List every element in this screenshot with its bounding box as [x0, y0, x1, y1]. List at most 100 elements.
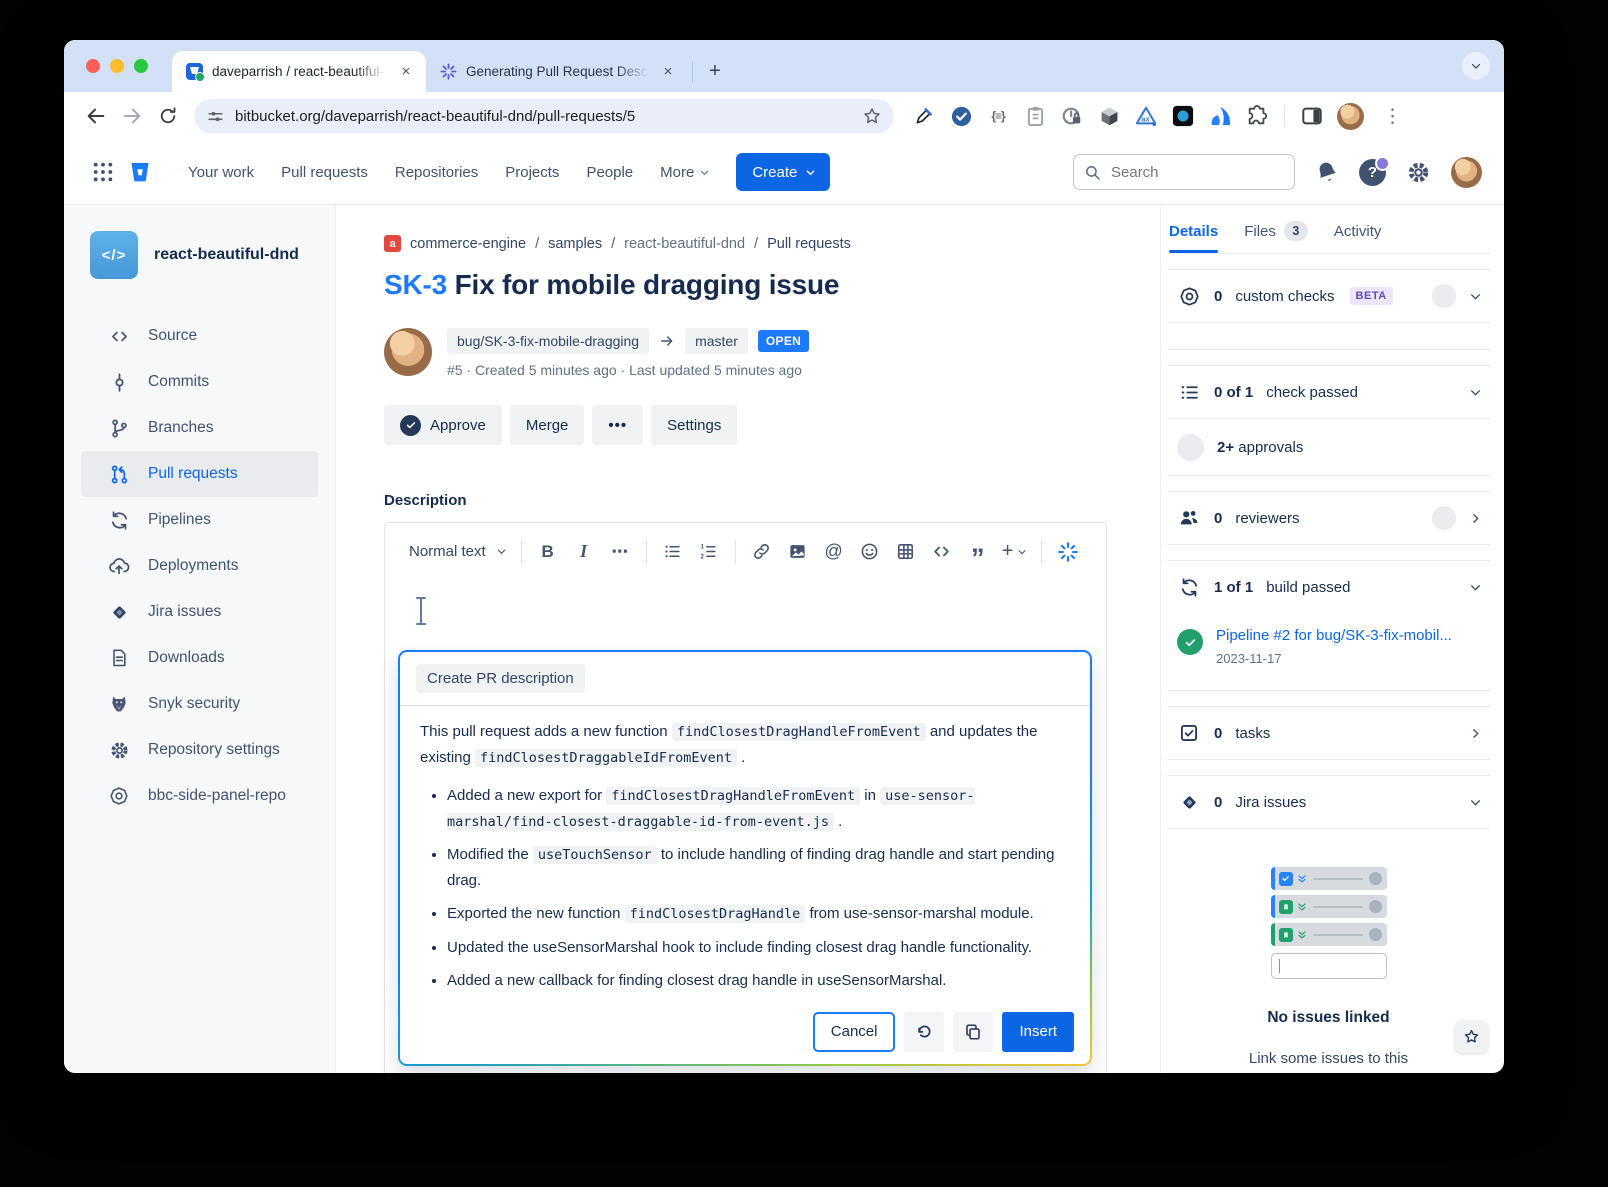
site-info-icon[interactable] [206, 107, 225, 126]
browser-menu-icon[interactable]: ⋮ [1377, 105, 1408, 128]
new-tab-button[interactable]: + [701, 57, 729, 85]
user-avatar[interactable] [1451, 156, 1482, 188]
url-text[interactable]: bitbucket.org/daveparrish/react-beautifu… [235, 108, 852, 125]
code-block-button[interactable] [926, 536, 958, 568]
approve-button[interactable]: Approve [384, 405, 502, 445]
back-button[interactable] [80, 100, 112, 132]
builds-header[interactable]: 1 of 1 build passed [1167, 561, 1490, 613]
nav-more[interactable]: More [660, 164, 710, 181]
privacy-timer-extension-icon[interactable] [1060, 104, 1084, 128]
pipeline-link[interactable]: Pipeline #2 for bug/SK-3-fix-mobil... [1216, 627, 1452, 644]
app-switcher-icon[interactable] [92, 161, 114, 183]
cube-extension-icon[interactable] [1097, 104, 1121, 128]
side-panel-icon[interactable] [1300, 104, 1324, 128]
reload-button[interactable] [152, 100, 184, 132]
tab-bitbucket[interactable]: daveparrish / react-beautiful- × [172, 51, 426, 92]
nav-repositories[interactable]: Repositories [395, 164, 478, 181]
regenerate-button[interactable] [904, 1011, 945, 1052]
tab-search-button[interactable] [1462, 52, 1490, 80]
jira-issue-key-link[interactable]: SK-3 [384, 269, 447, 300]
nav-people[interactable]: People [586, 164, 633, 181]
sidebar-item-bbc-side-panel-repo[interactable]: bbc-side-panel-repo [81, 773, 318, 819]
tab-details[interactable]: Details [1169, 223, 1219, 253]
axe-devtools-extension-icon[interactable]: ax [1134, 104, 1158, 128]
sidebar-item-source[interactable]: Source [81, 313, 318, 359]
close-window-button[interactable] [86, 59, 100, 73]
jira-issues-header[interactable]: 0 Jira issues [1167, 776, 1490, 828]
source-branch-chip[interactable]: bug/SK-3-fix-mobile-dragging [447, 328, 650, 354]
notifications-bell-icon[interactable] [1315, 160, 1339, 184]
cancel-button[interactable]: Cancel [812, 1011, 896, 1052]
sidebar-item-repository-settings[interactable]: Repository settings [81, 727, 318, 773]
search-input[interactable] [1109, 162, 1259, 182]
merge-button[interactable]: Merge [509, 405, 585, 445]
italic-button[interactable]: I [568, 536, 600, 568]
breadcrumb-workspace[interactable]: commerce-engine [410, 236, 526, 252]
bitbucket-logo[interactable] [128, 160, 152, 184]
braces-extension-icon[interactable]: {≡} [986, 104, 1010, 128]
target-branch-chip[interactable]: master [685, 328, 748, 354]
create-button[interactable]: Create [736, 153, 831, 191]
quote-button[interactable]: ” [962, 536, 994, 571]
link-button[interactable] [746, 536, 778, 568]
sidebar-item-snyk-security[interactable]: Snyk security [81, 681, 318, 727]
close-tab-icon[interactable]: × [658, 62, 678, 82]
more-actions-button[interactable]: ••• [592, 405, 644, 445]
breadcrumb-pull-requests[interactable]: Pull requests [767, 236, 851, 252]
nav-pull-requests[interactable]: Pull requests [281, 164, 368, 181]
browser-profile-avatar[interactable] [1337, 102, 1364, 130]
bold-button[interactable]: B [532, 536, 564, 568]
sidebar-item-pipelines[interactable]: Pipelines [81, 497, 318, 543]
description-editor[interactable]: Normal text B I ⋯ 12 @ ” + Create PR des… [384, 522, 1107, 1073]
tasks-header[interactable]: 0 tasks [1167, 707, 1490, 759]
numbered-list-button[interactable]: 12 [693, 536, 725, 568]
close-tab-icon[interactable]: × [396, 62, 416, 82]
bullet-list-button[interactable] [657, 536, 689, 568]
atlassian-intelligence-button[interactable] [1052, 536, 1084, 568]
fullscreen-window-button[interactable] [134, 59, 148, 73]
atlassian-extension-icon[interactable] [1208, 104, 1232, 128]
nav-projects[interactable]: Projects [505, 164, 559, 181]
insert-more-button[interactable]: + [998, 536, 1032, 568]
clipboard-extension-icon[interactable] [1023, 104, 1047, 128]
sidebar-item-commits[interactable]: Commits [81, 359, 318, 405]
editor-content[interactable] [385, 580, 1106, 650]
settings-gear-icon[interactable] [1406, 160, 1431, 185]
dark-camera-extension-icon[interactable] [1171, 104, 1195, 128]
breadcrumb-repo[interactable]: react-beautiful-dnd [624, 236, 745, 252]
sidebar-item-jira-issues[interactable]: Jira issues [81, 589, 318, 635]
sidebar-item-branches[interactable]: Branches [81, 405, 318, 451]
emoji-button[interactable] [854, 536, 886, 568]
minimize-window-button[interactable] [110, 59, 124, 73]
extensions-puzzle-icon[interactable] [1245, 104, 1269, 128]
tab-activity[interactable]: Activity [1334, 223, 1382, 240]
author-avatar[interactable] [384, 328, 432, 376]
copy-button[interactable] [953, 1011, 994, 1052]
snyk-dog-icon [107, 694, 131, 714]
search-box[interactable] [1073, 154, 1295, 190]
sidebar-item-pull-requests[interactable]: Pull requests [81, 451, 318, 497]
more-formatting-button[interactable]: ⋯ [604, 536, 636, 568]
text-style-select[interactable]: Normal text [405, 543, 511, 560]
checks-header[interactable]: 0 of 1 check passed [1167, 366, 1490, 418]
custom-checks-header[interactable]: 0 custom checks BETA [1167, 270, 1490, 322]
table-button[interactable] [890, 536, 922, 568]
insert-button[interactable]: Insert [1002, 1011, 1074, 1052]
breadcrumb-project[interactable]: samples [548, 236, 602, 252]
bookmark-star-icon[interactable] [862, 106, 882, 126]
mention-button[interactable]: @ [818, 536, 850, 568]
sidebar-item-deployments[interactable]: Deployments [81, 543, 318, 589]
tab-ai-assistant[interactable]: Generating Pull Request Desc × [426, 51, 688, 92]
help-icon[interactable]: ? [1359, 155, 1390, 186]
image-button[interactable] [782, 536, 814, 568]
side-panel-star-button[interactable] [1455, 1020, 1488, 1053]
address-bar[interactable]: bitbucket.org/daveparrish/react-beautifu… [194, 99, 894, 133]
settings-button[interactable]: Settings [651, 405, 738, 445]
nav-your-work[interactable]: Your work [188, 164, 254, 181]
eyedropper-extension-icon[interactable] [912, 104, 936, 128]
tab-files[interactable]: Files 3 [1244, 221, 1308, 241]
sidebar-item-downloads[interactable]: Downloads [81, 635, 318, 681]
check-circle-extension-icon[interactable] [949, 104, 973, 128]
forward-button[interactable] [116, 100, 148, 132]
reviewers-header[interactable]: 0 reviewers [1167, 492, 1490, 544]
